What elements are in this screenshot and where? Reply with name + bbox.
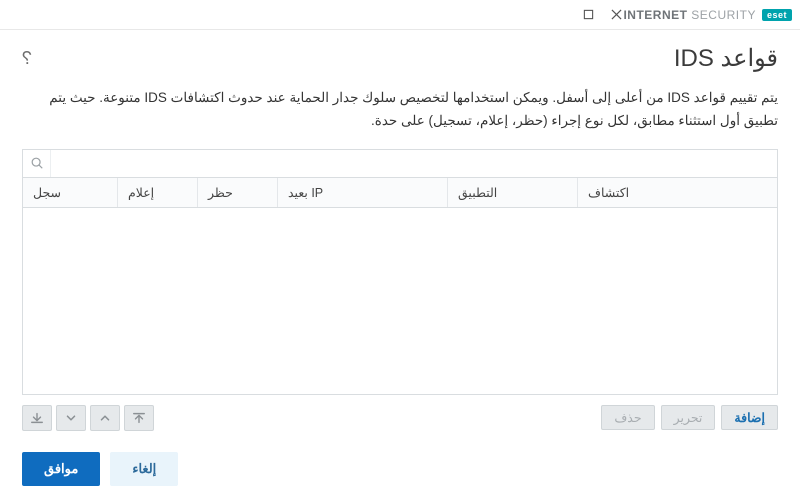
col-remote-ip[interactable]: IP بعيد <box>277 178 447 207</box>
move-down-icon[interactable] <box>56 405 86 431</box>
edit-button[interactable]: تحرير <box>661 405 716 430</box>
delete-button[interactable]: حذف <box>601 405 654 430</box>
table-body <box>23 208 777 394</box>
add-button[interactable]: إضافة <box>721 405 778 430</box>
move-top-icon[interactable] <box>124 405 154 431</box>
col-block[interactable]: حظر <box>197 178 277 207</box>
close-icon[interactable] <box>609 8 623 22</box>
page-title: قواعد IDS <box>674 44 778 73</box>
cancel-button[interactable]: إلغاء <box>110 452 178 486</box>
rules-table: اكتشاف التطبيق IP بعيد حظر إعلام سجل <box>22 149 778 395</box>
col-app[interactable]: التطبيق <box>447 178 577 207</box>
col-detect[interactable]: اكتشاف <box>577 178 777 207</box>
brand-logo: eset <box>762 9 792 21</box>
brand-label: eset INTERNET SECURITY <box>623 8 792 22</box>
col-notify[interactable]: إعلام <box>117 178 197 207</box>
search-input[interactable] <box>51 150 777 177</box>
page-description: يتم تقييم قواعد IDS من أعلى إلى أسفل. وي… <box>22 87 778 133</box>
table-header: اكتشاف التطبيق IP بعيد حظر إعلام سجل <box>23 178 777 208</box>
move-bottom-icon[interactable] <box>22 405 52 431</box>
ok-button[interactable]: موافق <box>22 452 100 486</box>
help-icon[interactable]: ? <box>22 48 32 69</box>
col-log[interactable]: سجل <box>23 178 117 207</box>
maximize-icon[interactable] <box>581 8 595 22</box>
move-up-icon[interactable] <box>90 405 120 431</box>
search-icon[interactable] <box>23 150 51 177</box>
